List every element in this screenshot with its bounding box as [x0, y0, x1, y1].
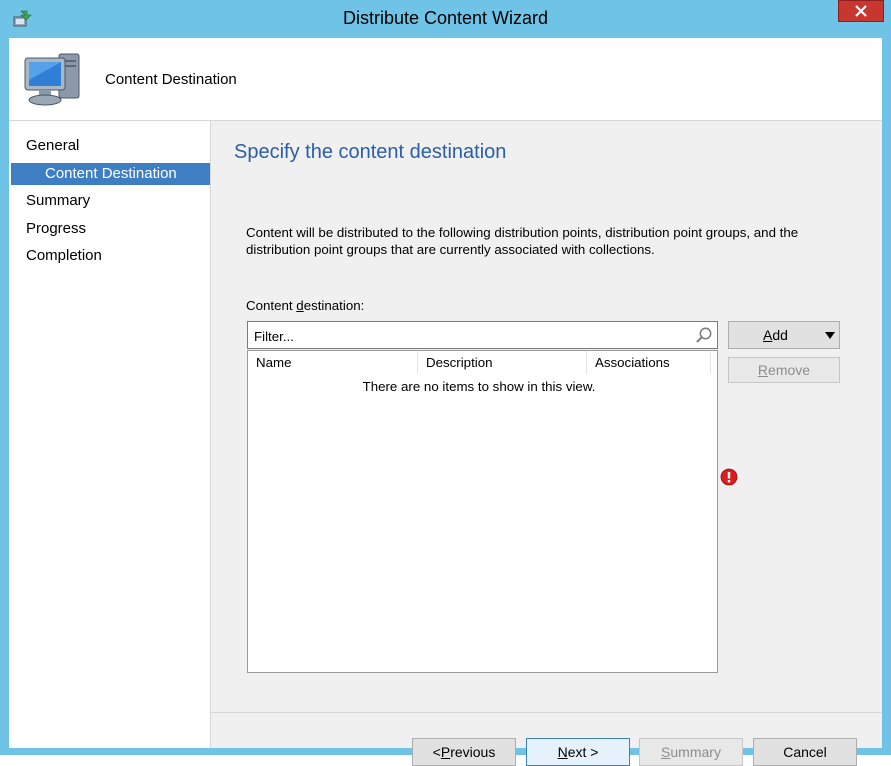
- computer-icon: [24, 53, 80, 106]
- label-accel: d: [296, 298, 304, 313]
- nav-item-content-destination[interactable]: Content Destination: [11, 163, 210, 185]
- next-accel: N: [557, 744, 568, 760]
- error-icon: [720, 468, 738, 486]
- filter-input[interactable]: [252, 325, 686, 347]
- wizard-client: Content Destination General Content Dest…: [9, 38, 882, 766]
- add-label: Add: [763, 327, 788, 343]
- nav-item-summary[interactable]: Summary: [26, 192, 90, 209]
- label-text-post: estination:: [303, 298, 365, 313]
- add-rest: dd: [772, 327, 788, 343]
- remove-accel: R: [757, 362, 769, 378]
- column-header-description[interactable]: Description: [418, 351, 587, 374]
- summary-accel: S: [661, 744, 671, 760]
- prev-accel: P: [440, 744, 451, 760]
- header-title: Content Destination: [105, 71, 237, 88]
- summary-button[interactable]: Summary: [639, 738, 743, 766]
- close-icon: [855, 5, 867, 17]
- dropdown-arrow-icon: [825, 332, 835, 339]
- previous-button[interactable]: < Previous: [412, 738, 516, 766]
- cancel-button[interactable]: Cancel: [753, 738, 857, 766]
- nav-item-general[interactable]: General: [26, 137, 79, 154]
- remove-button[interactable]: Remove: [728, 357, 840, 383]
- filter-box: [247, 321, 718, 349]
- wizard-nav: General Content Destination Summary Prog…: [9, 121, 211, 748]
- title-bar[interactable]: Distribute Content Wizard: [0, 0, 891, 38]
- next-rest: ext >: [567, 744, 599, 760]
- wizard-content: Specify the content destination Content …: [211, 121, 882, 766]
- content-destination-label: Content destination:: [246, 298, 364, 313]
- wizard-window: Distribute Content Wizard Content Destin…: [0, 0, 891, 766]
- add-button[interactable]: Add: [728, 321, 840, 349]
- remove-rest: emove: [768, 362, 811, 378]
- nav-item-completion[interactable]: Completion: [26, 247, 102, 264]
- list-header: Name Description Associations: [248, 351, 717, 375]
- add-accel: A: [763, 327, 773, 343]
- footer-divider: [211, 712, 882, 713]
- window-title: Distribute Content Wizard: [342, 8, 549, 28]
- column-header-associations[interactable]: Associations: [587, 351, 711, 374]
- label-text-pre: Content: [246, 298, 297, 313]
- next-button[interactable]: Next >: [526, 738, 630, 766]
- search-icon[interactable]: [695, 326, 713, 344]
- prev-rest: revious: [450, 744, 496, 760]
- nav-item-progress[interactable]: Progress: [26, 220, 86, 237]
- summary-rest: ummary: [670, 744, 721, 760]
- page-title: Specify the content destination: [234, 141, 507, 163]
- close-button[interactable]: [838, 0, 884, 22]
- prev-pre: <: [432, 744, 441, 760]
- column-header-name[interactable]: Name: [248, 351, 418, 374]
- wizard-header: Content Destination: [9, 38, 882, 121]
- empty-list-message: There are no items to show in this view.: [362, 379, 596, 394]
- page-description: Content will be distributed to the follo…: [246, 225, 799, 257]
- destination-list[interactable]: Name Description Associations There are …: [247, 350, 718, 673]
